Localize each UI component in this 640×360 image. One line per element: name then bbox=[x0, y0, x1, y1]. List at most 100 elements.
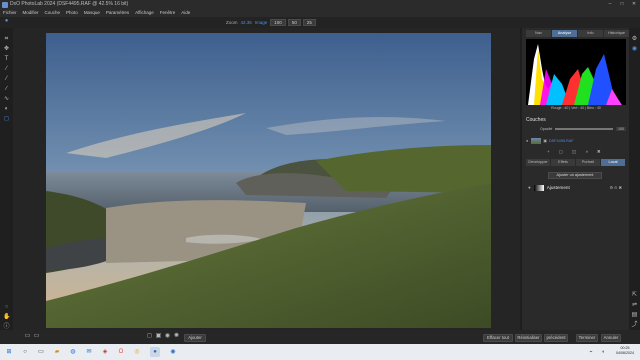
menu-modifier[interactable]: Modifier bbox=[23, 9, 39, 17]
eye-icon[interactable]: ◉ bbox=[164, 333, 171, 340]
view-single-icon[interactable]: ▭ bbox=[24, 333, 31, 340]
reinitialiser-button[interactable]: Réinitialiser bbox=[515, 334, 542, 342]
annuler-button[interactable]: Annuler bbox=[601, 334, 621, 342]
move-icon[interactable]: ✥ bbox=[3, 46, 10, 53]
zoom-tool-icon[interactable]: ○ bbox=[3, 304, 10, 311]
tab-analyse[interactable]: Analyse bbox=[552, 30, 577, 37]
histogram-readout: Rouge : 40 | Vert : 40 | Bleu : 40 bbox=[551, 106, 601, 110]
zoom-100-button[interactable]: 100 bbox=[270, 19, 286, 26]
text-icon[interactable]: T bbox=[3, 56, 10, 63]
zoom-50-button[interactable]: 50 bbox=[287, 19, 301, 26]
close-button[interactable]: ✕ bbox=[628, 0, 640, 9]
frame-icon[interactable]: ◻ bbox=[146, 333, 153, 340]
tab-local[interactable]: Local bbox=[601, 159, 625, 166]
lasso-icon[interactable]: ∿ bbox=[3, 96, 10, 103]
opacity-row: Opacité 100 bbox=[540, 127, 626, 131]
adjustment-settings-icon[interactable]: ⚙ ⊙ ✖ bbox=[609, 185, 622, 190]
add-layer-icon[interactable]: + bbox=[547, 149, 550, 155]
opacity-value[interactable]: 100 bbox=[616, 127, 626, 131]
edge-icon[interactable]: ◍ bbox=[68, 347, 78, 357]
adjustment-name: Ajustement bbox=[546, 185, 570, 190]
menu-photo[interactable]: Photo bbox=[66, 9, 78, 17]
layer-row[interactable]: ● ▣ DSF4495.RAF bbox=[526, 136, 626, 145]
layer-name: DSF4495.RAF bbox=[548, 138, 574, 143]
ajouter-button[interactable]: Ajouter bbox=[184, 334, 206, 342]
mask-icon[interactable]: ◻ bbox=[3, 116, 10, 123]
panel-tabs: Nav Analyse Info Historique bbox=[526, 30, 630, 37]
opacity-label: Opacité bbox=[540, 127, 553, 131]
mask-layer-icon[interactable]: ◫ bbox=[572, 149, 576, 155]
menu-aide[interactable]: Aide bbox=[181, 9, 190, 17]
delete-layer-icon[interactable]: ✖ bbox=[597, 149, 601, 155]
visibility-icon[interactable]: ● bbox=[528, 185, 531, 190]
menu-couche[interactable]: Couche bbox=[45, 9, 61, 17]
task-view-icon[interactable]: ▭ bbox=[36, 347, 46, 357]
tab-portrait[interactable]: Portrait bbox=[576, 159, 600, 166]
network-icon[interactable]: ⌁ bbox=[586, 347, 596, 357]
zoom-25-button[interactable]: 25 bbox=[302, 19, 316, 26]
windows-taskbar bbox=[0, 344, 640, 360]
histogram-graph bbox=[528, 44, 622, 105]
opera-icon[interactable]: O bbox=[116, 347, 126, 357]
tab-info[interactable]: Info bbox=[578, 30, 603, 37]
menu-fenetre[interactable]: Fenêtre bbox=[160, 9, 176, 17]
menu-affichage[interactable]: Affichage bbox=[135, 9, 154, 17]
sun-icon[interactable]: ✺ bbox=[173, 333, 180, 340]
menu-parametres[interactable]: Paramètres bbox=[106, 9, 129, 17]
tab-nav[interactable]: Nav bbox=[526, 30, 551, 37]
print-icon[interactable]: ▤ bbox=[631, 312, 638, 319]
app-blue-icon[interactable]: ◉ bbox=[168, 347, 178, 357]
tab-effets[interactable]: Effets bbox=[551, 159, 575, 166]
layer-thumbnail bbox=[531, 137, 542, 144]
home-icon[interactable]: ● bbox=[3, 18, 10, 25]
chrome-icon[interactable]: ◎ bbox=[132, 347, 142, 357]
effacer-tout-button[interactable]: Effacer tout bbox=[483, 334, 513, 342]
start-icon[interactable]: ⊞ bbox=[4, 347, 14, 357]
eyedropper-icon[interactable]: ⁄ bbox=[3, 66, 10, 73]
zoom-label: Zoom bbox=[226, 20, 238, 25]
photolab-taskbar-icon[interactable]: ● bbox=[150, 347, 160, 357]
terminer-button[interactable]: Terminer bbox=[576, 334, 598, 342]
contrast-icon[interactable]: ◐ bbox=[3, 106, 10, 113]
add-adjustment-button[interactable]: Ajouter un ajustement bbox=[548, 172, 602, 179]
taskbar-clock[interactable]: 00:25 04/06/2024 bbox=[616, 346, 634, 356]
zoom-fit-button[interactable]: Image bbox=[255, 20, 268, 25]
view-split-icon[interactable]: ▭ bbox=[33, 333, 40, 340]
adjustment-row[interactable]: ● Ajustement ⚙ ⊙ ✖ bbox=[526, 183, 626, 192]
maximize-button[interactable]: □ bbox=[616, 0, 628, 9]
compare-icon[interactable]: ⇌ bbox=[631, 302, 638, 309]
settings-icon[interactable]: ⚙ bbox=[631, 36, 638, 43]
adjust-layer-icon[interactable]: ◑ bbox=[585, 149, 588, 155]
zoom-value[interactable]: 42.35 bbox=[241, 20, 252, 25]
menu-fichier[interactable]: Fichier bbox=[3, 9, 17, 17]
compare-view-icon[interactable]: ▣ bbox=[155, 333, 162, 340]
menu-masque[interactable]: Masque bbox=[84, 9, 100, 17]
pen-icon[interactable]: ∕ bbox=[3, 86, 10, 93]
explorer-icon[interactable]: ▰ bbox=[52, 347, 62, 357]
mail-icon[interactable]: ✉ bbox=[84, 347, 94, 357]
app-red-icon[interactable]: ◈ bbox=[100, 347, 110, 357]
hand-icon[interactable]: ✋ bbox=[3, 314, 10, 321]
opacity-slider[interactable] bbox=[555, 128, 613, 130]
visibility-icon[interactable]: ● bbox=[526, 139, 528, 143]
app-logo-icon bbox=[2, 1, 8, 8]
layer-actions: + ▢ ◫ ◑ ✖ bbox=[547, 149, 610, 155]
share-icon[interactable]: ⤴ bbox=[631, 322, 638, 329]
volume-icon[interactable]: ◖ bbox=[598, 347, 608, 357]
panel-icon[interactable]: ◉ bbox=[631, 46, 638, 53]
camera-icon: ▣ bbox=[543, 139, 547, 143]
precedent-button[interactable]: précédent bbox=[544, 334, 568, 342]
adjustment-thumbnail bbox=[533, 184, 544, 191]
photo-canvas[interactable] bbox=[46, 33, 491, 328]
group-icon[interactable]: ▢ bbox=[559, 149, 563, 155]
left-toolbar: ● ⌗ ✥ T ⁄ ⁄ ∕ ∿ ◐ ◻ ○ ✋ ⓘ bbox=[0, 18, 13, 330]
minimize-button[interactable]: – bbox=[604, 0, 616, 9]
histogram bbox=[526, 39, 626, 105]
tab-developper[interactable]: Développer bbox=[526, 159, 550, 166]
layers-title: Couches bbox=[526, 117, 546, 123]
brush-icon[interactable]: ⁄ bbox=[3, 76, 10, 83]
search-icon[interactable]: ○ bbox=[20, 347, 30, 357]
crop-icon[interactable]: ⌗ bbox=[3, 36, 10, 43]
tab-historique[interactable]: Historique bbox=[604, 30, 629, 37]
export-icon[interactable]: ⇱ bbox=[631, 292, 638, 299]
